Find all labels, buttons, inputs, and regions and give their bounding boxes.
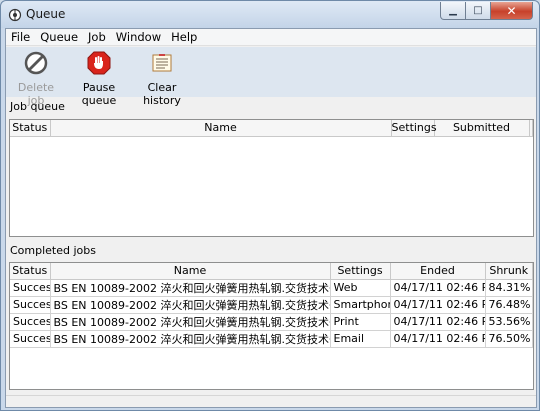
job-queue-header-row: Status Name Settings Submitted	[10, 120, 533, 137]
pause-queue-button[interactable]: Pause queue	[68, 51, 130, 107]
column-header-ended[interactable]: Ended	[390, 263, 486, 280]
job-queue-label: Job queue	[10, 100, 65, 113]
cell-name: BS EN 10089-2002 淬火和回火弹簧用热轧钢.交货技术条件	[50, 313, 331, 331]
cell-status: Success	[10, 279, 51, 297]
menu-job[interactable]: Job	[83, 30, 111, 44]
no-entry-icon	[24, 51, 48, 75]
app-icon	[8, 8, 22, 22]
list-icon	[152, 54, 172, 72]
table-row[interactable]: Success BS EN 10089-2002 淬火和回火弹簧用热轧钢.交货技…	[10, 313, 533, 331]
cell-settings: Web	[330, 279, 391, 297]
column-header-shrunk[interactable]: Shrunk	[485, 263, 533, 280]
column-header-settings[interactable]: Settings	[391, 120, 437, 137]
maximize-button[interactable]: □	[466, 2, 491, 20]
cell-shrunk: 76.50%	[485, 330, 533, 348]
stop-hand-icon	[87, 51, 111, 75]
cell-ended: 04/17/11 02:46 PM	[390, 330, 486, 348]
clear-history-label: Clear history	[143, 81, 181, 107]
menu-queue[interactable]: Queue	[35, 30, 83, 44]
clear-history-button[interactable]: Clear history	[132, 51, 192, 107]
table-row[interactable]: Success BS EN 10089-2002 淬火和回火弹簧用热轧钢.交货技…	[10, 279, 533, 297]
menu-help[interactable]: Help	[166, 30, 202, 44]
cell-settings: Email	[330, 330, 391, 348]
column-header-status[interactable]: Status	[10, 120, 51, 137]
cell-settings: Smartphone	[330, 296, 391, 314]
column-header-name[interactable]: Name	[50, 263, 331, 280]
menu-bar: File Queue Job Window Help	[6, 29, 536, 46]
completed-header-row: Status Name Settings Ended Shrunk	[10, 263, 533, 280]
cell-ended: 04/17/11 02:46 PM	[390, 279, 486, 297]
cell-status: Success	[10, 313, 51, 331]
close-button[interactable]: ✕	[491, 2, 533, 20]
cell-ended: 04/17/11 02:46 PM	[390, 313, 486, 331]
column-header-submitted[interactable]: Submitted	[434, 120, 530, 137]
menu-window[interactable]: Window	[111, 30, 166, 44]
table-row[interactable]: Success BS EN 10089-2002 淬火和回火弹簧用热轧钢.交货技…	[10, 296, 533, 314]
column-header-settings[interactable]: Settings	[330, 263, 391, 280]
cell-shrunk: 53.56%	[485, 313, 533, 331]
title-bar[interactable]: Queue ▁ □ ✕	[1, 1, 539, 28]
cell-name: BS EN 10089-2002 淬火和回火弹簧用热轧钢.交货技术条件	[50, 330, 331, 348]
status-bar	[6, 395, 536, 407]
cell-name: BS EN 10089-2002 淬火和回火弹簧用热轧钢.交货技术条件	[50, 296, 331, 314]
column-header-name[interactable]: Name	[50, 120, 392, 137]
pause-queue-label: Pause queue	[81, 81, 117, 107]
minimize-button[interactable]: ▁	[440, 2, 466, 20]
queue-window: Queue ▁ □ ✕ File Queue Job Window Help D…	[0, 0, 540, 411]
column-header-filler	[529, 120, 533, 137]
cell-shrunk: 76.48%	[485, 296, 533, 314]
cell-ended: 04/17/11 02:46 PM	[390, 296, 486, 314]
toolbar: Delete job Pause queue Clear history	[6, 47, 536, 107]
cell-status: Success	[10, 330, 51, 348]
column-header-status[interactable]: Status	[10, 263, 51, 280]
menu-file[interactable]: File	[6, 30, 35, 44]
cell-status: Success	[10, 296, 51, 314]
cell-name: BS EN 10089-2002 淬火和回火弹簧用热轧钢.交货技术条件	[50, 279, 331, 297]
window-title: Queue	[26, 7, 66, 21]
client-area: File Queue Job Window Help Delete job Pa…	[5, 28, 537, 408]
delete-job-button[interactable]: Delete job	[10, 51, 62, 107]
cell-settings: Print	[330, 313, 391, 331]
completed-jobs-label: Completed jobs	[10, 244, 96, 257]
job-queue-grid[interactable]: Status Name Settings Submitted	[9, 119, 534, 237]
completed-jobs-grid[interactable]: Status Name Settings Ended Shrunk Succes…	[9, 262, 534, 390]
table-row[interactable]: Success BS EN 10089-2002 淬火和回火弹簧用热轧钢.交货技…	[10, 330, 533, 348]
cell-shrunk: 84.31%	[485, 279, 533, 297]
